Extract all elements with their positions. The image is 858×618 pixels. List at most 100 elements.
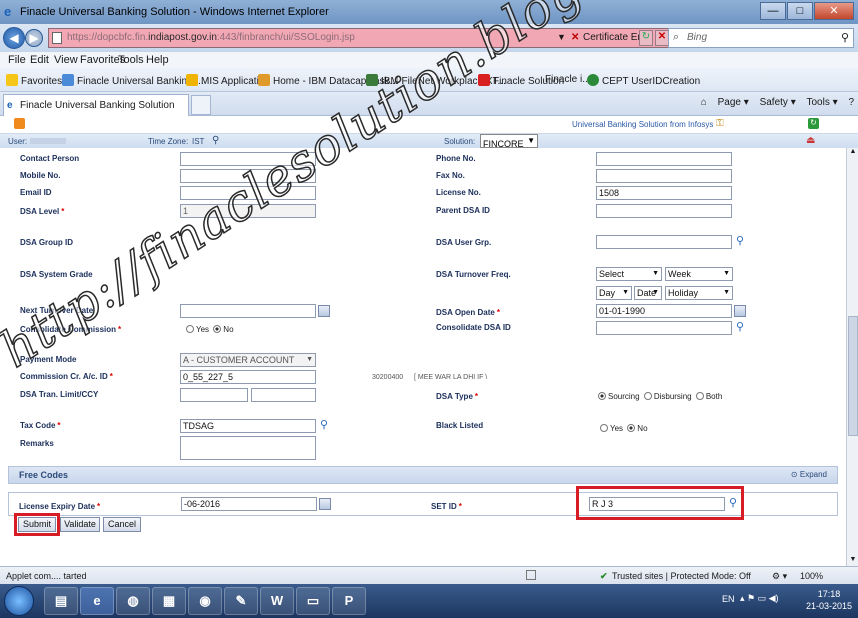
zone-text[interactable]: Trusted sites | Protected Mode: Off <box>612 571 751 581</box>
favorite-item[interactable]: Finacle i... <box>545 74 591 85</box>
zoom-level[interactable]: 100% <box>800 571 823 581</box>
refresh-icon[interactable]: ↻ <box>639 30 653 46</box>
search-icon[interactable]: ⚲ <box>841 31 849 44</box>
home-icon[interactable]: ⌂ <box>701 97 707 108</box>
stop-icon[interactable]: ✕ <box>655 30 669 46</box>
settings-icon[interactable]: ⚙ ▾ <box>772 571 787 582</box>
day-select[interactable]: Day ▼ <box>596 286 632 300</box>
free-codes-section[interactable]: Free Codes ⊙ Expand <box>8 466 838 484</box>
license-no-input[interactable]: 1508 <box>596 186 732 200</box>
menu-edit[interactable]: Edit <box>30 54 49 66</box>
feed-icon[interactable] <box>14 118 25 129</box>
turnover-select[interactable]: Select ▼ <box>596 267 662 281</box>
language-indicator[interactable]: EN <box>722 594 735 604</box>
help-icon[interactable]: ? <box>848 97 854 108</box>
holiday-select[interactable]: Holiday ▼ <box>665 286 733 300</box>
consolidate-no-radio[interactable] <box>213 325 222 333</box>
dsa-type-disbursing-radio[interactable] <box>643 392 652 400</box>
favorite-item[interactable]: CEPT UserIDCreation <box>587 74 700 87</box>
date-select[interactable]: Date ▼ <box>634 286 662 300</box>
safety-menu[interactable]: Safety ▾ <box>760 97 796 108</box>
select-value: Select <box>599 269 625 279</box>
internet-explorer-icon[interactable]: e <box>80 587 114 615</box>
forward-button[interactable]: ▶ <box>25 29 43 47</box>
scroll-thumb[interactable] <box>848 316 858 436</box>
chevron-down-icon[interactable]: ▼ <box>557 32 566 42</box>
favorites-button[interactable]: Favorites <box>6 74 62 87</box>
tax-code-input[interactable]: TDSAG <box>180 419 316 433</box>
expand-button[interactable]: ⊙ Expand <box>791 470 827 479</box>
dsa-tran-ccy-input[interactable] <box>251 388 316 402</box>
dsa-type-sourcing-radio[interactable] <box>598 392 606 400</box>
dsa-tran-limit-input[interactable] <box>180 388 248 402</box>
fax-no-label: Fax No. <box>436 171 465 180</box>
parent-dsa-id-input[interactable] <box>596 204 732 218</box>
menu-help[interactable]: Help <box>146 54 169 66</box>
start-button[interactable] <box>4 586 34 616</box>
calendar-icon[interactable] <box>734 305 746 317</box>
page-menu[interactable]: Page ▾ <box>718 97 749 108</box>
favorite-item[interactable]: Finacle Universal Banking ... <box>62 74 204 87</box>
search-icon[interactable]: ⚲ <box>736 321 748 333</box>
refresh-icon[interactable]: ↻ <box>808 118 819 129</box>
windows-explorer-icon[interactable]: ▤ <box>44 587 78 615</box>
contact-person-input[interactable] <box>180 152 316 166</box>
paint-icon[interactable]: ✎ <box>224 587 258 615</box>
validate-button[interactable]: Validate <box>60 517 100 532</box>
commission-acid-input[interactable]: 0_55_227_5 <box>180 370 316 384</box>
mobile-no-input[interactable] <box>180 169 316 183</box>
dsa-type-both-radio[interactable] <box>695 392 704 400</box>
email-id-input[interactable] <box>180 186 316 200</box>
word-icon[interactable]: W <box>260 587 294 615</box>
clock-time: 17:18 <box>817 589 841 599</box>
close-button[interactable]: ✕ <box>814 2 854 20</box>
search-icon[interactable]: ⚲ <box>736 235 748 247</box>
new-tab-button[interactable] <box>191 95 211 115</box>
calendar-icon[interactable] <box>318 305 330 317</box>
tools-menu[interactable]: Tools ▾ <box>807 97 838 108</box>
logout-icon[interactable]: ⏏ <box>806 135 815 146</box>
calendar-icon[interactable] <box>319 498 331 510</box>
calculator-icon[interactable]: ▦ <box>152 587 186 615</box>
search-icon[interactable]: ⚲ <box>212 135 219 146</box>
black-listed-yes-radio[interactable] <box>600 424 608 432</box>
menu-view[interactable]: View <box>54 54 78 66</box>
solution-select[interactable]: FINCORE ▼ <box>480 134 538 149</box>
minimize-button[interactable]: — <box>760 2 786 20</box>
week-select[interactable]: Week ▼ <box>665 267 733 281</box>
next-turnover-date-input[interactable] <box>180 304 316 318</box>
folder-icon[interactable]: ▭ <box>296 587 330 615</box>
firefox-icon[interactable]: ◍ <box>116 587 150 615</box>
dsa-level-input[interactable]: 1 <box>180 204 316 218</box>
menu-tools[interactable]: Tools <box>118 54 144 66</box>
contact-person-label: Contact Person <box>20 154 80 163</box>
cancel-button[interactable]: Cancel <box>103 517 141 532</box>
page-scrollbar[interactable]: ▲ ▼ <box>846 148 858 568</box>
search-input[interactable]: ⌕ Bing ⚲ <box>668 28 854 48</box>
remarks-textarea[interactable] <box>180 436 316 460</box>
tray-icons[interactable]: ▴ ⚑ ▭ ◀) <box>740 593 779 604</box>
clock[interactable]: 17:18 21-03-2015 <box>806 588 852 612</box>
black-listed-no-radio[interactable] <box>627 424 636 432</box>
key-icon[interactable]: ⚿ <box>716 118 724 129</box>
phone-no-input[interactable] <box>596 152 732 166</box>
consolidate-yes-radio[interactable] <box>186 325 194 333</box>
consolidate-dsa-id-input[interactable] <box>596 321 732 335</box>
tab-finacle[interactable]: e Finacle Universal Banking Solution <box>3 94 189 116</box>
url-text: https://dopcbfc.fin.indiapost.gov.in:443… <box>67 32 355 43</box>
maximize-button[interactable]: □ <box>787 2 813 20</box>
chrome-icon[interactable]: ◉ <box>188 587 222 615</box>
scroll-up-icon[interactable]: ▲ <box>848 148 858 160</box>
dsa-open-date-input[interactable]: 01-01-1990 <box>596 304 732 318</box>
chevron-down-icon: ▼ <box>306 356 313 363</box>
back-button[interactable]: ◀ <box>3 27 25 49</box>
check-icon: ✔ <box>600 571 608 581</box>
fax-no-input[interactable] <box>596 169 732 183</box>
license-expiry-date-input[interactable]: -06-2016 <box>181 497 317 511</box>
presentation-icon[interactable]: P <box>332 587 366 615</box>
dsa-user-grp-input[interactable] <box>596 235 732 249</box>
payment-mode-select[interactable]: A - CUSTOMER ACCOUNT ▼ <box>180 353 316 367</box>
url-input[interactable]: https://dopcbfc.fin.indiapost.gov.in:443… <box>48 28 674 48</box>
search-icon[interactable]: ⚲ <box>320 419 332 431</box>
menu-file[interactable]: File <box>8 54 26 66</box>
